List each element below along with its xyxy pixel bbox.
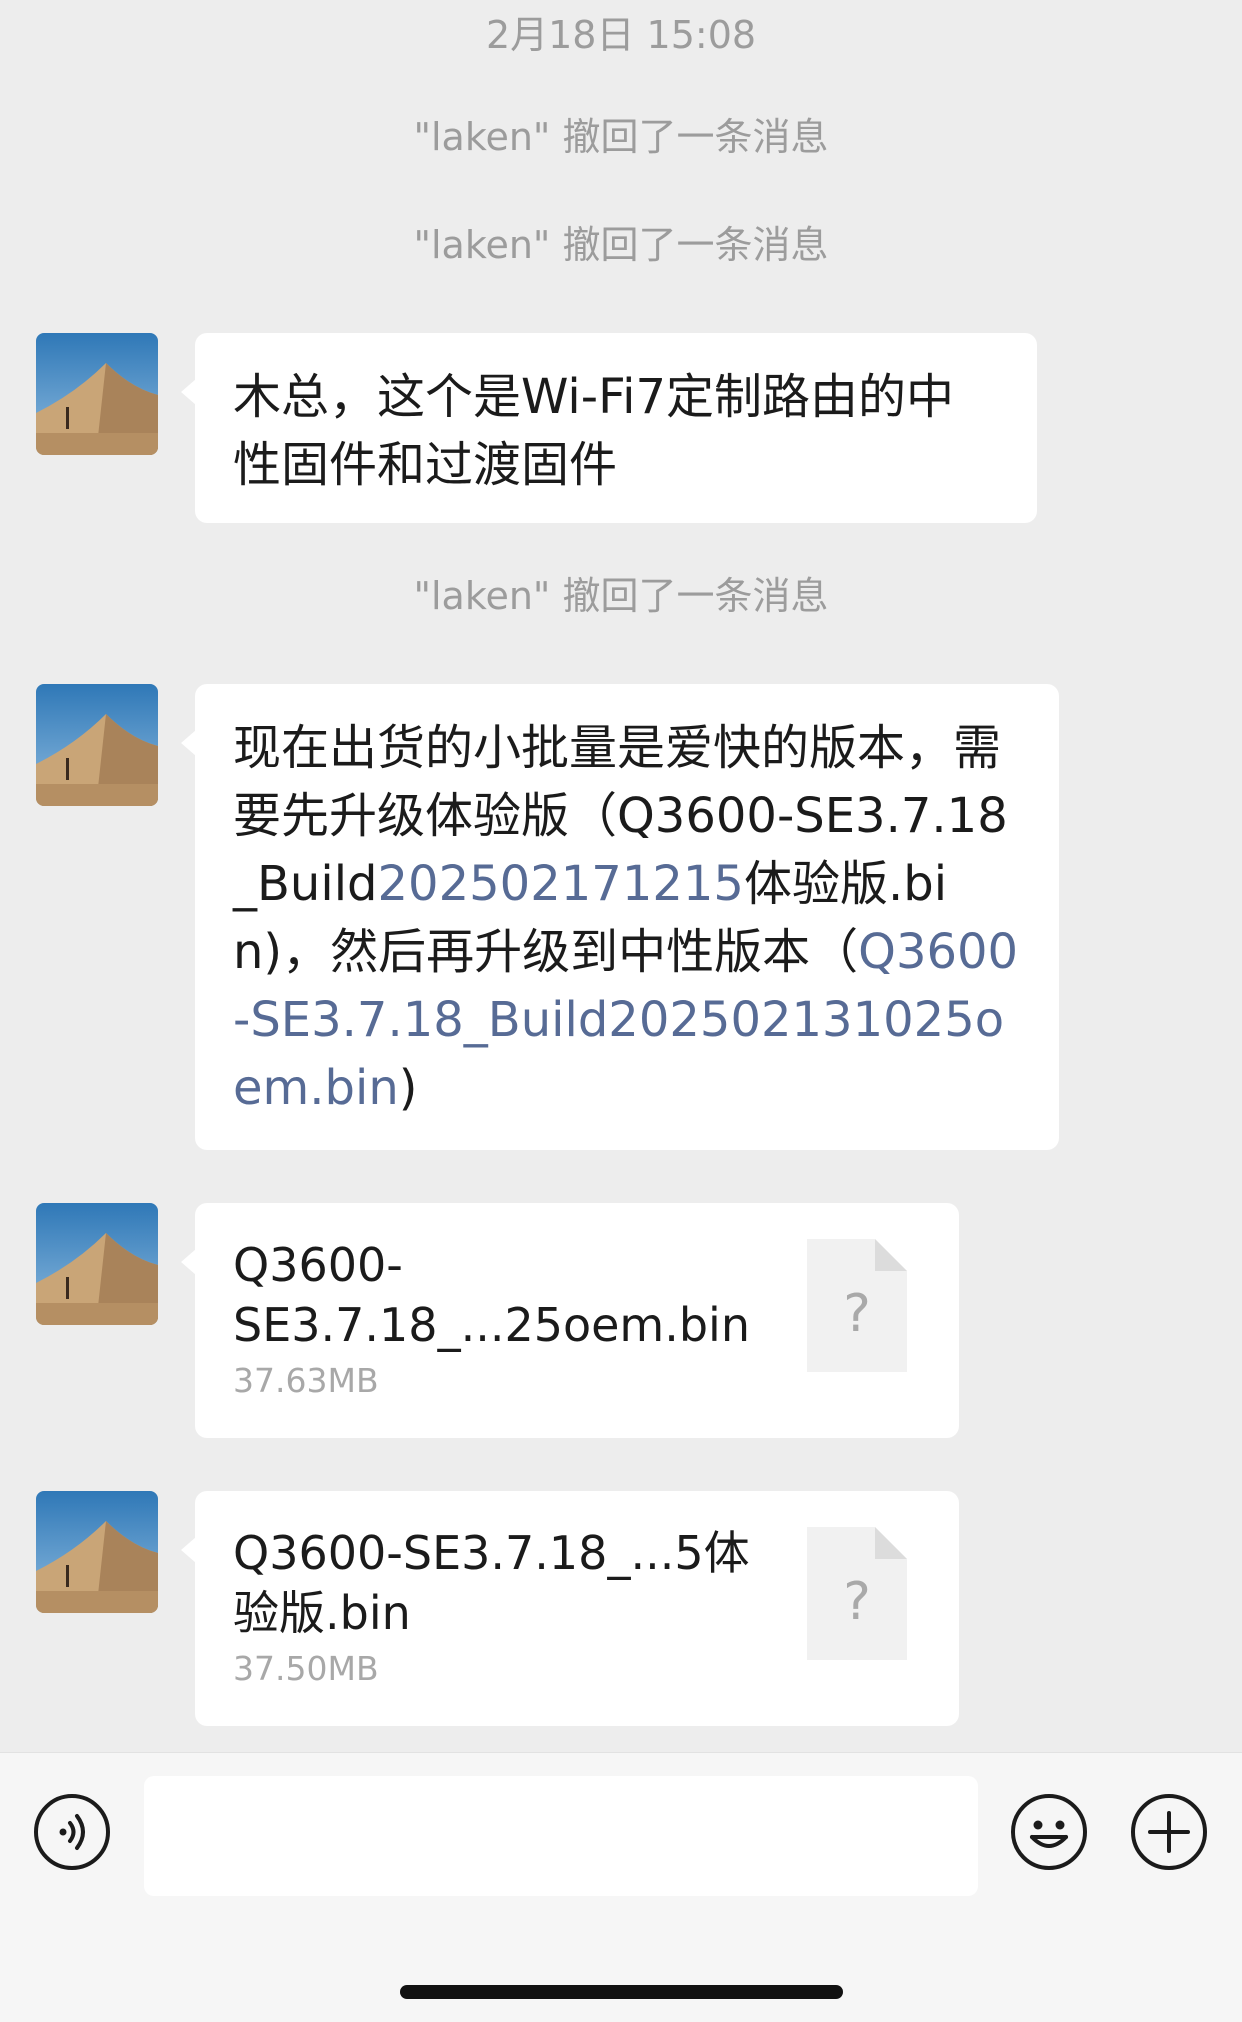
unknown-file-icon: ?: [807, 1239, 907, 1372]
emoji-button[interactable]: [1010, 1793, 1088, 1871]
message-bubble[interactable]: 现在出货的小批量是爱快的版本，需要先升级体验版（Q3600-SE3.7.18_B…: [181, 684, 1059, 1150]
file-icon-glyph: ?: [843, 1572, 871, 1632]
emoji-icon: [1011, 1794, 1087, 1870]
message-text: ): [398, 1060, 418, 1116]
recall-notice: "laken" 撤回了一条消息: [413, 223, 829, 267]
avatar[interactable]: [36, 333, 158, 455]
chat-timestamp: 2月18日 15:08: [485, 13, 757, 57]
file-message[interactable]: Q3600-SE3.7.18_...25oem.bin 37.63MB ?: [181, 1203, 959, 1438]
home-indicator[interactable]: [400, 1985, 843, 1999]
file-icon-glyph: ?: [843, 1284, 871, 1344]
file-name: Q3600-SE3.7.18_...5体验版.bin: [233, 1526, 750, 1640]
link-text[interactable]: 202502171215: [378, 856, 744, 912]
recall-notice: "laken" 撤回了一条消息: [413, 115, 829, 159]
avatar-desert-image: [36, 684, 158, 806]
more-button[interactable]: [1130, 1793, 1208, 1871]
chat-input-bar: [0, 1752, 1242, 2022]
message-text: 木总，这个是Wi-Fi7定制路由的中性固件和过渡固件: [233, 369, 955, 493]
recall-notice: "laken" 撤回了一条消息: [413, 574, 829, 618]
unknown-file-icon: ?: [807, 1527, 907, 1660]
file-message[interactable]: Q3600-SE3.7.18_...5体验版.bin 37.50MB ?: [181, 1491, 959, 1726]
avatar-desert-image: [36, 1491, 158, 1613]
file-name: Q3600-SE3.7.18_...25oem.bin: [233, 1238, 750, 1352]
avatar-desert-image: [36, 1203, 158, 1325]
voice-button[interactable]: [33, 1793, 111, 1871]
avatar[interactable]: [36, 1203, 158, 1325]
avatar-desert-image: [36, 333, 158, 455]
avatar[interactable]: [36, 684, 158, 806]
plus-circle-icon: [1131, 1794, 1207, 1870]
avatar[interactable]: [36, 1491, 158, 1613]
message-input[interactable]: [144, 1776, 978, 1896]
voice-icon: [34, 1794, 110, 1870]
message-bubble[interactable]: 木总，这个是Wi-Fi7定制路由的中性固件和过渡固件: [181, 333, 1037, 523]
